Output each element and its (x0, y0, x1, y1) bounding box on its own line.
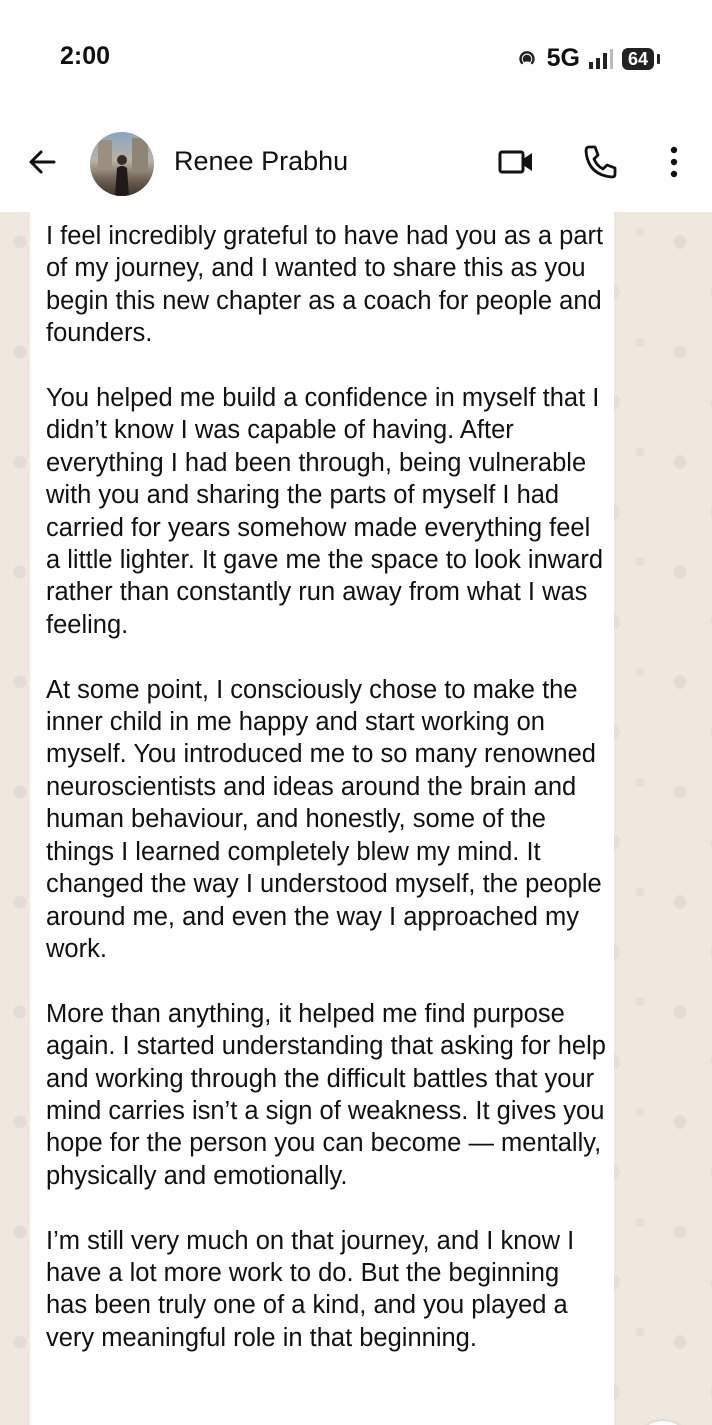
battery-indicator: 64 (621, 47, 661, 70)
message-text: I feel incredibly grateful to have had y… (46, 220, 606, 1387)
video-call-icon[interactable] (496, 142, 536, 182)
status-time: 2:00 (60, 42, 111, 70)
hotspot-icon (518, 50, 535, 64)
message-paragraph: At some point, I consciously chose to ma… (46, 675, 602, 963)
network-type: 5G (546, 44, 580, 72)
signal-icon (588, 48, 613, 69)
message-paragraph: I feel incredibly grateful to have had y… (46, 222, 604, 348)
message-bubble[interactable]: I feel incredibly grateful to have had y… (30, 212, 614, 1425)
contact-name[interactable]: Renee Prabhu (174, 146, 348, 177)
back-arrow-icon[interactable] (24, 144, 60, 180)
chat-area[interactable]: I feel incredibly grateful to have had y… (0, 212, 712, 1425)
message-paragraph: You helped me build a confidence in myse… (46, 384, 604, 639)
status-bar: 2:00 5G 64 (0, 0, 712, 110)
voice-call-icon[interactable] (580, 142, 620, 182)
avatar[interactable] (90, 132, 154, 196)
scroll-to-bottom-button[interactable] (634, 1421, 692, 1425)
chat-header: Renee Prabhu (0, 110, 712, 212)
message-paragraph: More than anything, it helped me find pu… (46, 999, 606, 1190)
status-indicators: 5G 64 (515, 44, 661, 73)
more-options-icon[interactable] (654, 142, 694, 182)
message-paragraph: I’m still very much on that journey, and… (46, 1226, 575, 1352)
avatar-photo (98, 138, 148, 196)
